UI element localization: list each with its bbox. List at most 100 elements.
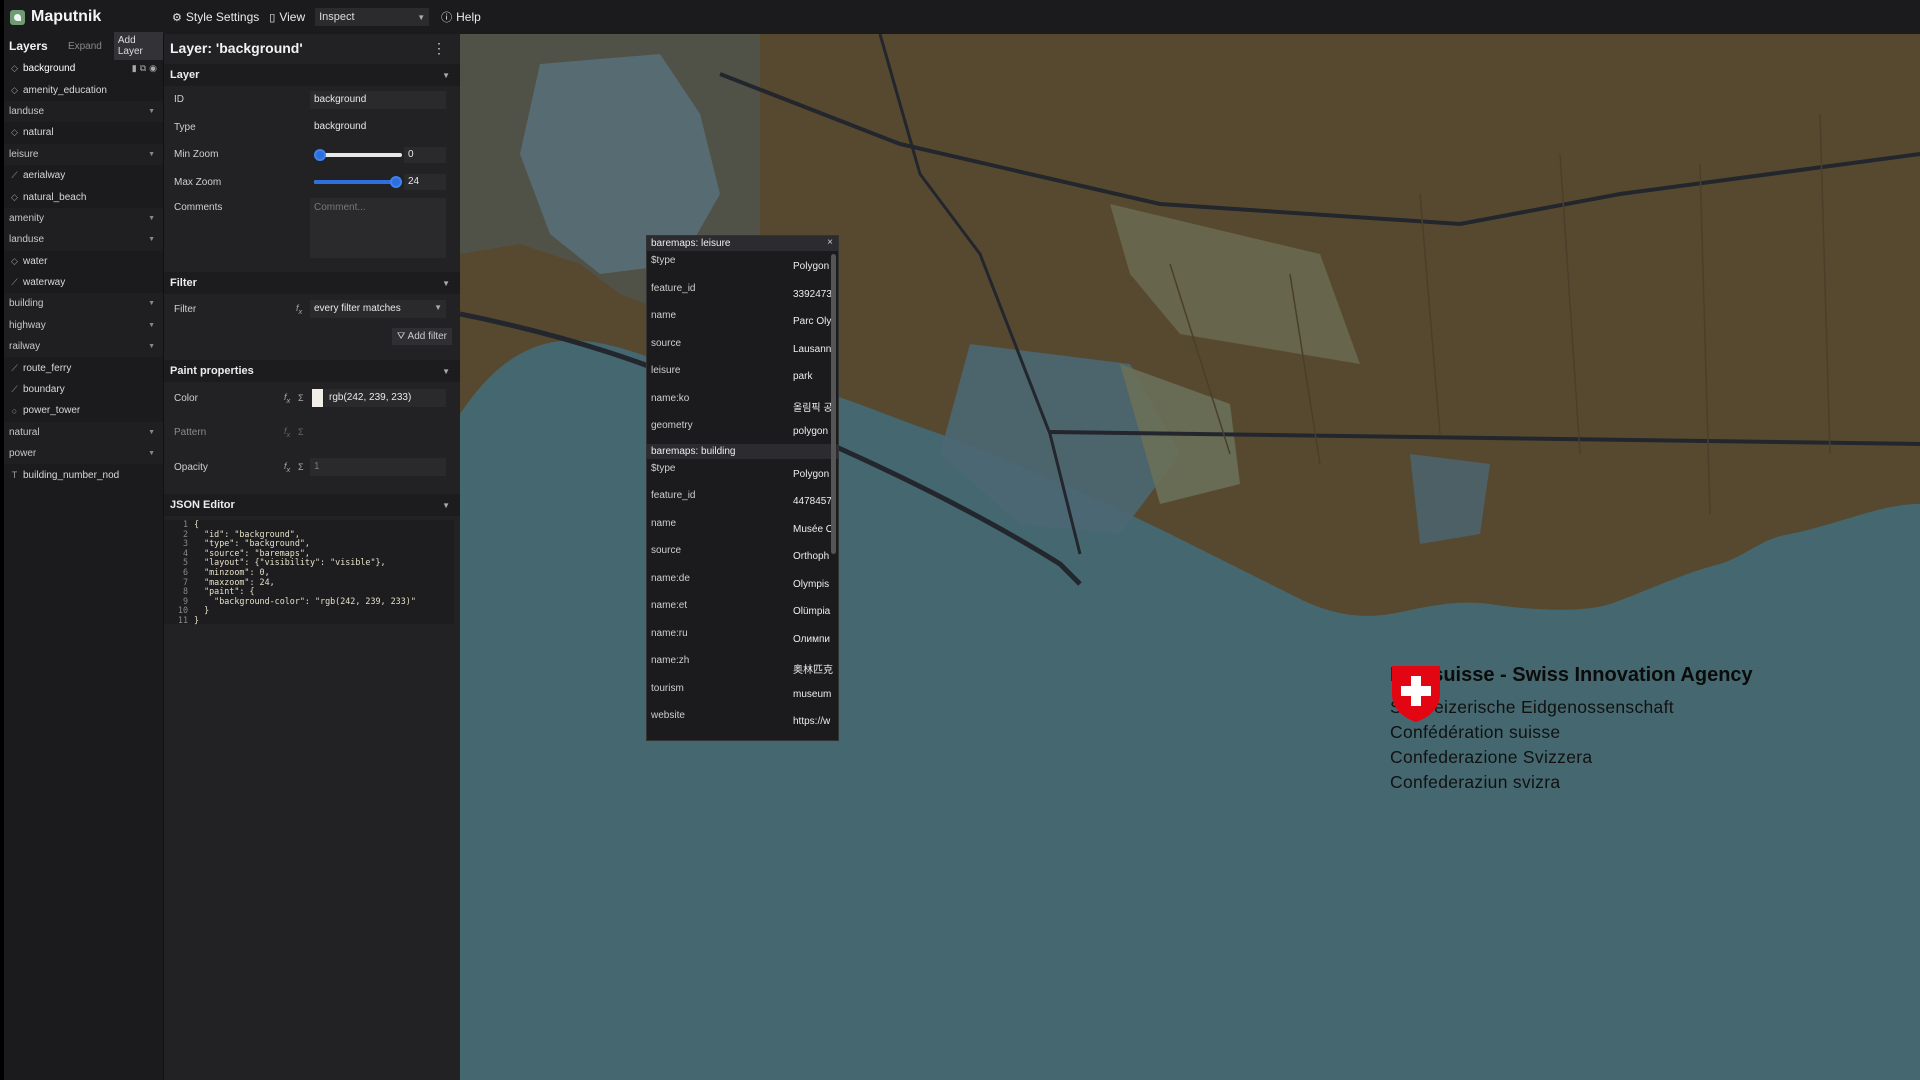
layer-list-panel: Layers Expand Add Layer ◇ background ▮ ⧉ ◉ ◇ a… [4, 32, 164, 1080]
id-input[interactable]: background [310, 90, 446, 109]
layer-row[interactable]: ◇ water [4, 251, 163, 272]
layer-row-label: natural_beach [23, 191, 87, 203]
layer-section-header[interactable]: Layer ▼ [164, 64, 460, 86]
layer-row[interactable]: ◇ amenity_education [4, 79, 163, 100]
layer-group-row[interactable]: railway ▼ [4, 336, 163, 358]
function-icon[interactable]: fx [296, 303, 302, 316]
minzoom-input[interactable]: 0 [404, 146, 446, 163]
popup-property-value: Polygon [793, 261, 830, 272]
layer-group-row[interactable]: leisure ▼ [4, 143, 163, 165]
view-mode-value: Inspect [319, 11, 355, 23]
json-editor[interactable]: 1{2 "id": "background", 3 "type": "backgr… [164, 519, 454, 625]
visibility-icon[interactable]: ◉ [149, 63, 157, 74]
maxzoom-slider-fill [314, 180, 402, 185]
add-layer-button[interactable]: Add Layer [113, 32, 163, 60]
fill-icon: ◇ [11, 63, 18, 74]
layer-editor: Layer: 'background' ⋮ Layer ▼ ID backgro… [164, 34, 460, 1080]
layer-row[interactable]: ⟋ route_ferry [4, 357, 163, 378]
color-input[interactable]: rgb(242, 239, 233) [324, 389, 446, 407]
app-name: Maputnik [31, 8, 102, 25]
layer-group-row[interactable]: power ▼ [4, 443, 163, 465]
circle-icon: ○ [11, 405, 18, 416]
filter-select-value: every filter matches [314, 303, 401, 314]
maxzoom-label: Max Zoom [174, 176, 222, 188]
function-icon[interactable]: fx [284, 392, 290, 405]
chevron-down-icon[interactable]: ▼ [148, 322, 155, 329]
layer-group-row[interactable]: landuse ▼ [4, 100, 163, 123]
chevron-down-icon[interactable]: ▼ [148, 108, 155, 115]
minzoom-property: Min Zoom 0 [164, 141, 460, 169]
popup-property-row: name Parc Oly [647, 306, 838, 334]
line-number: 1 [182, 519, 188, 529]
filter-select[interactable]: every filter matches ▼ [310, 300, 446, 318]
comments-textarea[interactable]: Comment... [310, 198, 446, 258]
paint-section-header[interactable]: Paint properties ▼ [164, 360, 460, 382]
function-icon[interactable]: fx [284, 461, 290, 474]
app-logo[interactable]: Maputnik [4, 8, 172, 26]
chevron-down-icon[interactable]: ▼ [148, 215, 155, 222]
color-label: Color [174, 392, 198, 404]
maxzoom-slider-thumb[interactable] [390, 176, 402, 189]
layer-row[interactable]: ⟋ boundary [4, 379, 163, 400]
json-line: 10 } [166, 606, 454, 616]
help-label: Help [456, 10, 481, 24]
minzoom-slider-thumb[interactable] [314, 148, 326, 161]
popup-property-key: feature_id [651, 282, 696, 294]
minzoom-slider[interactable] [314, 148, 402, 161]
chevron-down-icon[interactable]: ▼ [148, 236, 155, 243]
layer-row[interactable]: ⟋ waterway [4, 272, 163, 293]
sigma-icon[interactable]: Σ [298, 393, 304, 403]
layer-row[interactable]: ◇ natural_beach [4, 186, 163, 207]
chevron-down-icon[interactable]: ▼ [148, 151, 155, 158]
agency-title: Innosuisse - Swiss Innovation Agency [1390, 664, 1753, 686]
help-button[interactable]: ⓘ Help [441, 9, 481, 25]
popup-property-key: source [651, 545, 682, 556]
layer-row[interactable]: ◇ background ▮ ⧉ ◉ [4, 58, 163, 79]
json-section-title: JSON Editor [170, 499, 235, 511]
layer-row[interactable]: Tbuilding_number_nod [4, 464, 163, 485]
layer-row[interactable]: ○ power_tower [4, 400, 163, 421]
layer-group-row[interactable]: highway ▼ [4, 314, 163, 337]
chevron-down-icon[interactable]: ▼ [148, 450, 155, 457]
popup-property-value: 3392473 [793, 288, 832, 300]
layer-group-row[interactable]: amenity ▼ [4, 207, 163, 230]
popup-property-value: Polygon [793, 468, 830, 480]
chevron-down-icon[interactable]: ▼ [148, 300, 155, 307]
more-options-icon[interactable]: ⋮ [432, 40, 446, 57]
chevron-down-icon[interactable]: ▼ [148, 429, 155, 436]
delete-icon[interactable]: ▮ [132, 63, 137, 74]
chevron-down-icon[interactable]: ▼ [148, 343, 155, 350]
popup-section-header: baremaps: leisure × [647, 236, 838, 251]
type-property: Type background [164, 114, 460, 142]
function-icon[interactable]: fx [284, 426, 290, 439]
popup-property-row: $type Polygon [647, 251, 838, 279]
popup-property-row: feature_id 4478457 [647, 486, 838, 514]
popup-property-row: name:ko 올림픽 공 [647, 389, 838, 417]
add-filter-row: ⛛ Add filter [164, 324, 460, 352]
popup-scrollbar[interactable] [831, 254, 836, 554]
layer-row[interactable]: ◇ natural [4, 122, 163, 143]
opacity-input[interactable]: 1 [310, 458, 446, 476]
sigma-icon[interactable]: Σ [298, 427, 304, 437]
type-value: background [314, 121, 367, 133]
filter-section-header[interactable]: Filter ▼ [164, 272, 460, 294]
copy-icon[interactable]: ⧉ [140, 63, 146, 74]
sigma-icon[interactable]: Σ [298, 462, 304, 472]
view-mode-select[interactable]: Inspect ▼ [315, 8, 430, 26]
popup-property-key: name:zh [651, 655, 690, 666]
add-filter-button[interactable]: ⛛ Add filter [391, 328, 452, 345]
popup-property-value: polygon [793, 426, 829, 437]
json-section-header[interactable]: JSON Editor ▼ [164, 494, 460, 516]
expand-button[interactable]: Expand [64, 38, 106, 55]
maxzoom-slider[interactable] [314, 176, 402, 189]
line-number: 3 [182, 538, 188, 549]
style-settings-button[interactable]: ⚙ Style Settings [172, 10, 259, 24]
layer-row-label: highway [9, 319, 46, 331]
color-swatch[interactable] [312, 389, 323, 407]
layer-group-row[interactable]: building ▼ [4, 293, 163, 315]
close-icon[interactable]: × [827, 237, 833, 248]
layer-group-row[interactable]: landuse ▼ [4, 229, 163, 251]
layer-row[interactable]: ⟋ aerialway [4, 165, 163, 186]
layer-group-row[interactable]: natural ▼ [4, 421, 163, 444]
maxzoom-input[interactable]: 24 [404, 174, 446, 191]
